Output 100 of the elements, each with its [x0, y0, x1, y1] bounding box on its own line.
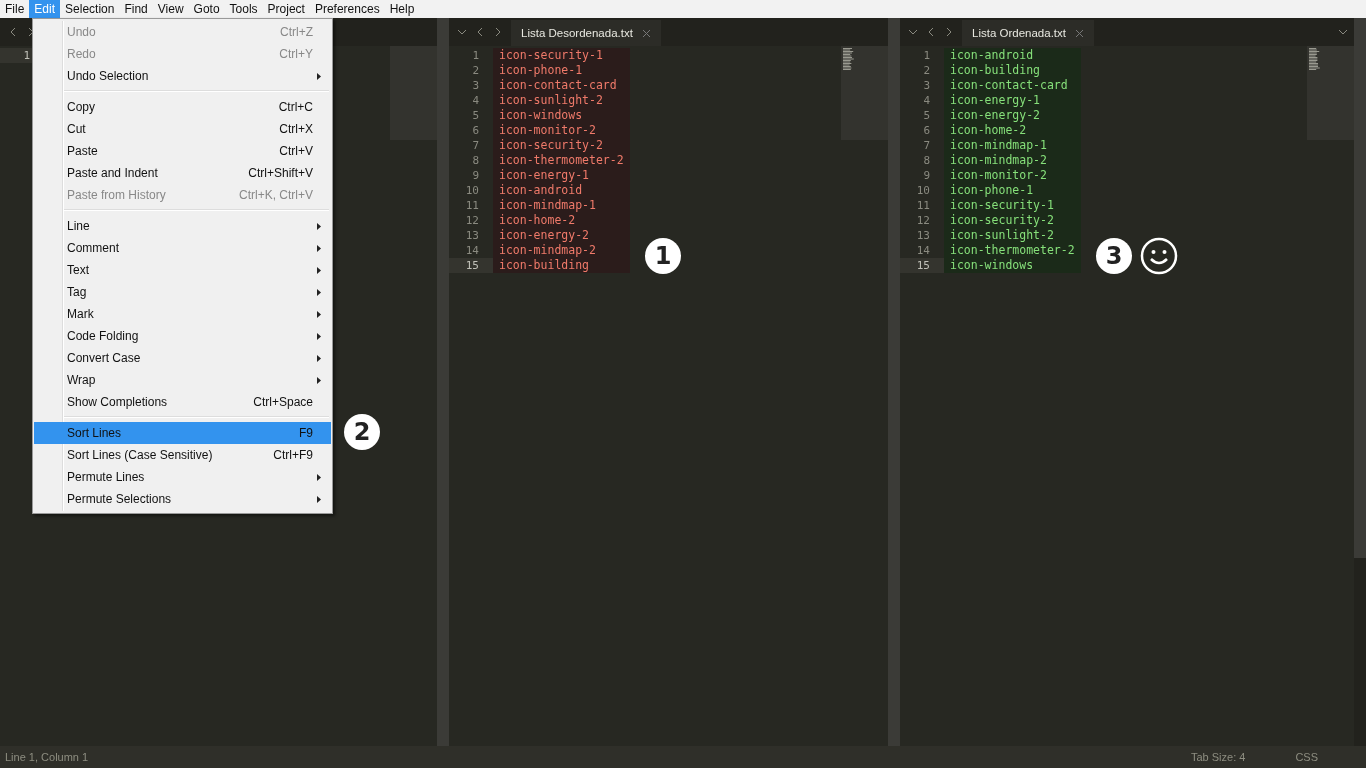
menu-item[interactable]: Sort Lines (Case Sensitive) Ctrl+F9: [34, 444, 331, 466]
menu-bar-item[interactable]: Tools: [224, 0, 263, 18]
code-line: icon-home-2: [499, 213, 577, 228]
line-number: 12: [464, 213, 480, 228]
menu-item-label: Cut: [67, 122, 86, 136]
line-number: 13: [464, 228, 480, 243]
cursor-position: Line 1, Column 1: [5, 751, 89, 763]
line-number: 7: [471, 138, 480, 153]
menu-bar-item[interactable]: Goto: [188, 0, 225, 18]
menu-item[interactable]: Permute Selections: [34, 488, 331, 510]
shortcut: Ctrl+K, Ctrl+V: [239, 188, 313, 202]
menu-item[interactable]: Paste and Indent Ctrl+Shift+V: [34, 162, 331, 184]
menu-item[interactable]: Code Folding: [34, 325, 331, 347]
menu-item[interactable]: Text: [34, 259, 331, 281]
line-number: 6: [471, 123, 480, 138]
code-line: icon-mindmap-2: [499, 243, 597, 258]
menu-item[interactable]: Wrap: [34, 369, 331, 391]
menu-item-label: Paste: [67, 144, 98, 158]
syntax-mode[interactable]: CSS: [1295, 751, 1318, 763]
line-number: 8: [922, 153, 931, 168]
menu-item[interactable]: Undo Selection: [34, 65, 331, 87]
menu-item-label: Text: [67, 263, 89, 277]
menu-bar-item[interactable]: Preferences: [309, 0, 385, 18]
menu-item-label: Sort Lines (Case Sensitive): [67, 448, 213, 462]
code-line: icon-energy-1: [950, 93, 1041, 108]
code-line: icon-thermometer-2: [499, 153, 624, 168]
menu-item[interactable]: Permute Lines: [34, 466, 331, 488]
menu-item-label: Permute Lines: [67, 470, 145, 484]
menu-bar-item[interactable]: File: [0, 0, 30, 18]
menu-bar-item[interactable]: Project: [262, 0, 310, 18]
menu-item-label: Redo: [67, 47, 96, 61]
code-line: icon-monitor-2: [499, 123, 597, 138]
file-tab[interactable]: Lista Desordenada.txt: [511, 20, 661, 46]
menu-item[interactable]: Paste Ctrl+V: [34, 140, 331, 162]
menu-item[interactable]: Copy Ctrl+C: [34, 96, 331, 118]
line-number: 6: [922, 123, 931, 138]
menu-item-label: Permute Selections: [67, 492, 172, 506]
line-number: 4: [471, 93, 480, 108]
menu-item-label: Paste and Indent: [67, 166, 158, 180]
code-line: icon-building: [950, 63, 1041, 78]
menu-item-label: Undo: [67, 25, 96, 39]
code-line: icon-mindmap-1: [950, 138, 1048, 153]
line-number: 14: [915, 243, 931, 258]
code-line: icon-security-1: [499, 48, 604, 63]
tab-size[interactable]: Tab Size: 4: [1190, 751, 1246, 763]
shortcut: Ctrl+Y: [279, 47, 313, 61]
shortcut: Ctrl+Shift+V: [248, 166, 313, 180]
line-number: 5: [471, 108, 480, 123]
menu-item-label: Code Folding: [67, 329, 139, 343]
menu-item-label: Wrap: [67, 373, 96, 387]
code-line: icon-thermometer-2: [950, 243, 1075, 258]
line-number: 5: [922, 108, 931, 123]
line-number: 13: [915, 228, 931, 243]
menu-item-label: Tag: [67, 285, 87, 299]
code-line: icon-sunlight-2: [950, 228, 1055, 243]
code-line: icon-building: [499, 258, 590, 273]
menu-bar-item[interactable]: Find: [119, 0, 153, 18]
menu-item[interactable]: Cut Ctrl+X: [34, 118, 331, 140]
code-line: icon-monitor-2: [950, 168, 1048, 183]
menu-item[interactable]: Sort Lines F9: [34, 422, 331, 444]
line-number: 7: [922, 138, 931, 153]
code-line: icon-security-1: [950, 198, 1055, 213]
shortcut: Ctrl+F9: [273, 448, 313, 462]
menu-item-label: Undo Selection: [67, 69, 149, 83]
code-line: icon-contact-card: [499, 78, 618, 93]
menu-item[interactable]: Convert Case: [34, 347, 331, 369]
menu-bar-item[interactable]: View: [152, 0, 189, 18]
shortcut: Ctrl+X: [279, 122, 313, 136]
line-number: 9: [471, 168, 480, 183]
line-number: 1: [922, 48, 931, 63]
code-line: icon-android: [499, 183, 584, 198]
menu-bar-item[interactable]: Selection: [60, 0, 120, 18]
line-number: 8: [471, 153, 480, 168]
file-tab[interactable]: Lista Ordenada.txt: [962, 20, 1094, 46]
menu-item[interactable]: Comment: [34, 237, 331, 259]
menu-item-label: Copy: [67, 100, 95, 114]
line-number: 10: [915, 183, 931, 198]
menu-item-label: Line: [67, 219, 90, 233]
shortcut: Ctrl+Z: [280, 25, 313, 39]
menu-item[interactable]: Mark: [34, 303, 331, 325]
menu-item[interactable]: Show Completions Ctrl+Space: [34, 391, 331, 413]
menu-bar-item[interactable]: Help: [384, 0, 420, 18]
line-number: 3: [922, 78, 931, 93]
line-number: 11: [915, 198, 931, 213]
menu-item[interactable]: Tag: [34, 281, 331, 303]
shortcut: F9: [299, 426, 313, 440]
shortcut: Ctrl+Space: [253, 395, 313, 409]
line-number: 3: [471, 78, 480, 93]
line-number: 14: [464, 243, 480, 258]
line-number: 15: [449, 258, 493, 273]
code-line: icon-security-2: [950, 213, 1055, 228]
menu-item[interactable]: Line: [34, 215, 331, 237]
code-line: icon-windows: [950, 258, 1035, 273]
menu-item-label: Paste from History: [67, 188, 166, 202]
code-line: icon-security-2: [499, 138, 604, 153]
code-line: icon-phone-1: [499, 63, 584, 78]
code-line: icon-contact-card: [950, 78, 1069, 93]
code-line: icon-home-2: [950, 123, 1028, 138]
code-line: icon-phone-1: [950, 183, 1035, 198]
line-number: 2: [922, 63, 931, 78]
